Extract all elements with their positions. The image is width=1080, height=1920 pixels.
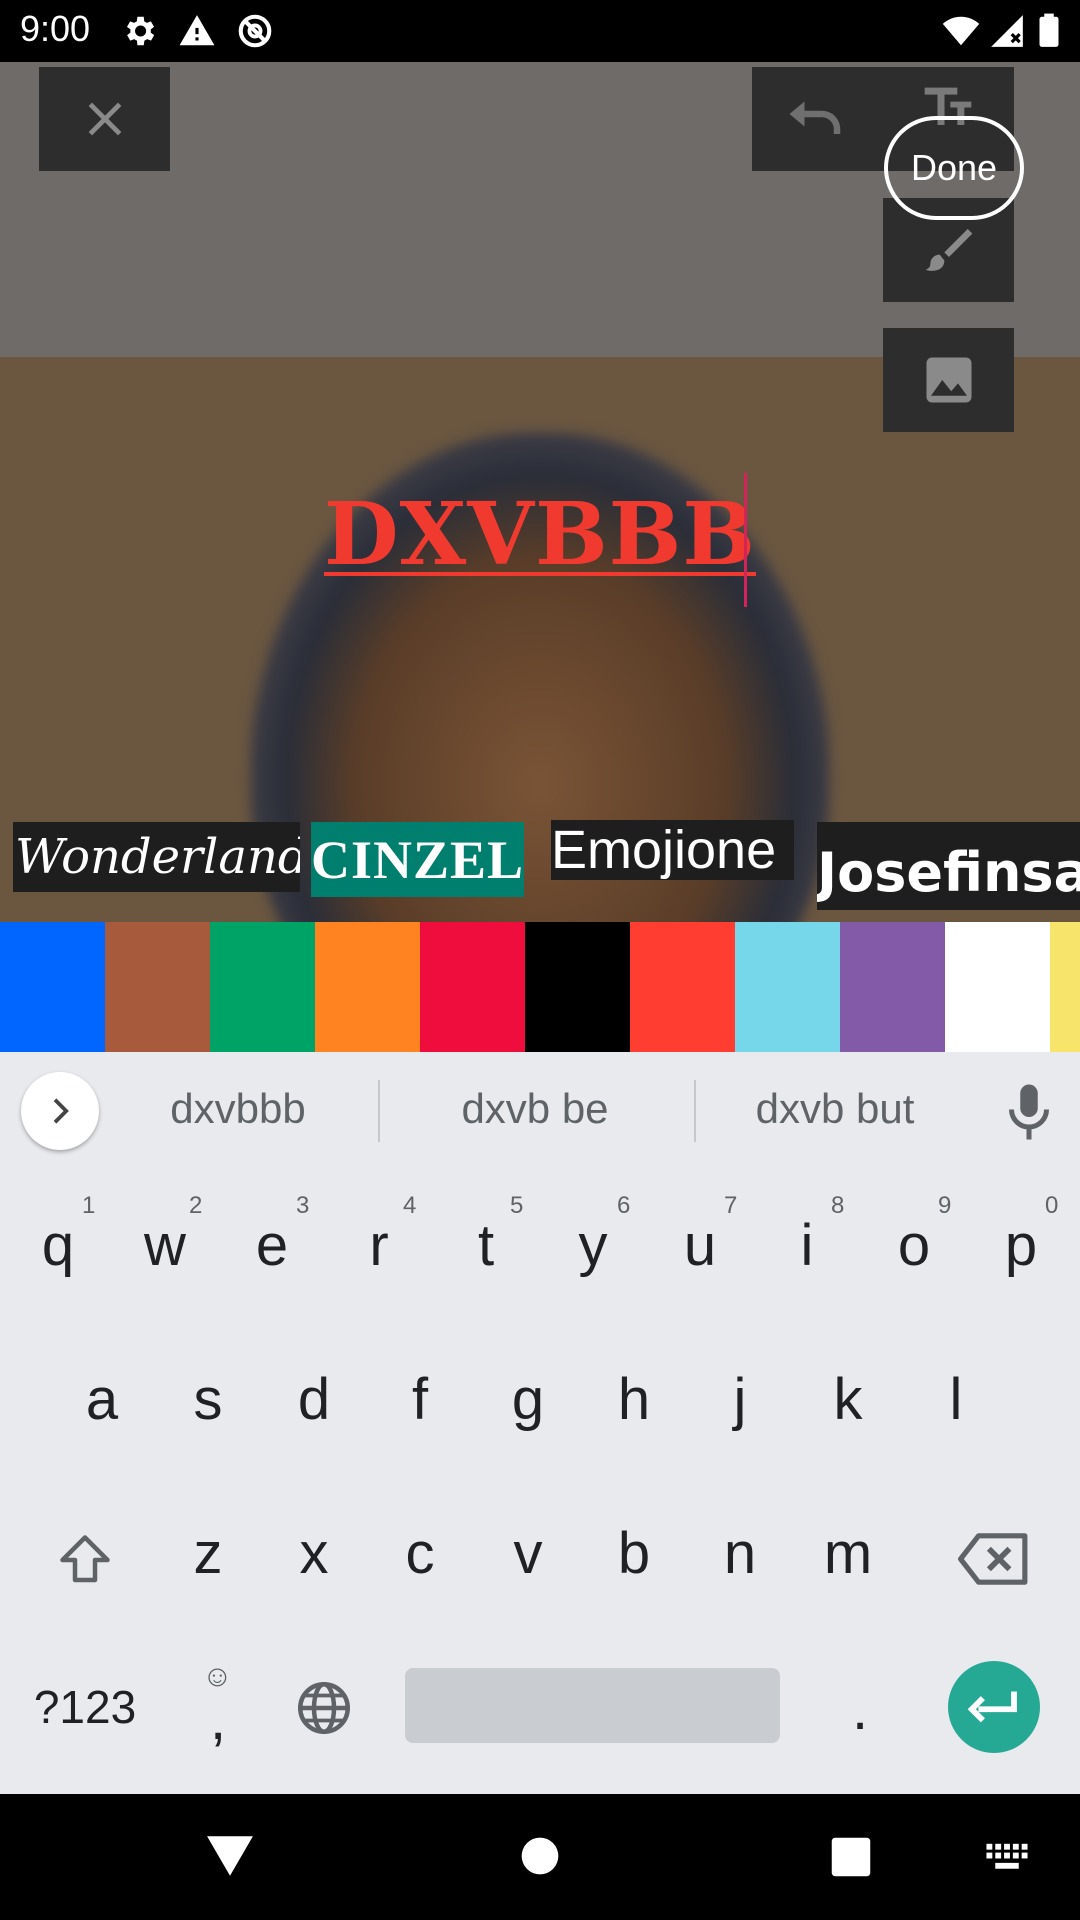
key-d[interactable]: d [264,1366,364,1433]
shift-key[interactable] [55,1530,115,1590]
suggestion-2[interactable]: dxvb be [425,1085,645,1141]
undo-button[interactable] [752,67,882,171]
key-p[interactable]: p [971,1212,1071,1279]
key-hint-p: 0 [1045,1192,1059,1219]
color-swatch[interactable] [735,922,840,1052]
font-option-josefinsans[interactable]: Josefinsans [817,822,1080,910]
chevron-right-icon [53,1098,69,1124]
done-button[interactable]: Done [884,116,1024,220]
key-c[interactable]: c [370,1520,470,1587]
key-a[interactable]: a [52,1366,152,1433]
period-key[interactable]: . [810,1676,910,1743]
voice-input-button[interactable] [1004,1082,1054,1142]
suggestion-divider [378,1080,380,1142]
comma-label: , [209,1687,227,1752]
key-y[interactable]: y [543,1212,643,1279]
key-h[interactable]: h [584,1366,684,1433]
key-hint-r: 4 [403,1192,417,1219]
color-swatch[interactable] [105,922,210,1052]
signal-icon [991,15,1023,47]
font-option-wonderland[interactable]: Wonderland [13,822,300,892]
suggestion-1[interactable]: dxvbbb [138,1085,338,1141]
color-palette [0,922,1080,1052]
recents-icon[interactable] [830,1836,872,1878]
status-time: 9:00 [20,8,91,49]
font-option-cinzel[interactable]: CINZEL [311,822,524,897]
backspace-key[interactable] [958,1530,1030,1590]
key-hint-y: 6 [617,1192,631,1219]
sync-disabled-icon [238,14,272,48]
status-bar: 9:00 [0,0,1080,62]
color-swatch[interactable] [420,922,525,1052]
navigation-bar [0,1794,1080,1920]
key-hint-q: 1 [82,1192,96,1219]
key-w[interactable]: w [115,1212,215,1279]
color-swatch[interactable] [945,922,1050,1052]
key-z[interactable]: z [158,1520,258,1587]
key-l[interactable]: l [906,1366,1006,1433]
color-swatch[interactable] [840,922,945,1052]
key-i[interactable]: i [757,1212,857,1279]
color-swatch[interactable] [210,922,315,1052]
key-hint-o: 9 [938,1192,952,1219]
key-g[interactable]: g [478,1366,578,1433]
key-b[interactable]: b [584,1520,684,1587]
add-image-button[interactable] [883,328,1014,432]
color-swatch[interactable] [0,922,105,1052]
globe-icon [298,1682,350,1734]
home-icon[interactable] [520,1836,560,1876]
key-n[interactable]: n [690,1520,790,1587]
undo-icon [789,101,841,134]
close-icon [88,102,121,136]
suggestions-expand-button[interactable] [21,1072,99,1150]
shift-icon [60,1535,110,1583]
warning-icon [179,15,215,46]
symbols-key[interactable]: ?123 [20,1680,150,1734]
key-m[interactable]: m [798,1520,898,1587]
key-r[interactable]: r [329,1212,429,1279]
enter-icon [967,1691,1017,1723]
suggestion-3[interactable]: dxvb but [730,1085,940,1141]
key-u[interactable]: u [650,1212,750,1279]
color-swatch[interactable] [630,922,735,1052]
microphone-icon [1009,1084,1049,1140]
settings-icon [126,16,155,46]
key-e[interactable]: e [222,1212,322,1279]
wifi-icon [942,16,980,46]
color-swatch[interactable] [1050,922,1080,1052]
key-v[interactable]: v [478,1520,578,1587]
back-icon[interactable] [205,1834,255,1878]
key-f[interactable]: f [370,1366,470,1433]
overlay-text[interactable]: DXVBBB [324,492,756,578]
text-cursor [744,473,747,607]
key-x[interactable]: x [264,1520,364,1587]
close-button[interactable] [39,67,170,171]
key-j[interactable]: j [690,1366,790,1433]
battery-icon [1039,13,1059,47]
color-swatch[interactable] [315,922,420,1052]
key-hint-t: 5 [510,1192,524,1219]
key-hint-e: 3 [296,1192,310,1219]
key-hint-u: 7 [724,1192,738,1219]
text-overlay[interactable]: DXVBBB [324,480,755,590]
backspace-icon [958,1533,1028,1585]
enter-key[interactable] [948,1661,1040,1753]
key-hint-w: 2 [189,1192,203,1219]
image-icon [926,357,971,403]
key-t[interactable]: t [436,1212,536,1279]
key-s[interactable]: s [158,1366,258,1433]
key-q[interactable]: q [8,1212,108,1279]
color-swatch[interactable] [525,922,630,1052]
key-k[interactable]: k [798,1366,898,1433]
keyboard-switch-icon[interactable] [985,1842,1029,1872]
space-key[interactable] [405,1668,780,1743]
key-hint-i: 8 [831,1192,845,1219]
brush-icon [925,229,972,271]
emoji-comma-key[interactable]: ☺ , [168,1660,268,1752]
key-o[interactable]: o [864,1212,964,1279]
language-key[interactable] [294,1678,354,1738]
font-option-emojione[interactable]: Emojione [551,820,794,880]
suggestion-divider [694,1080,696,1142]
